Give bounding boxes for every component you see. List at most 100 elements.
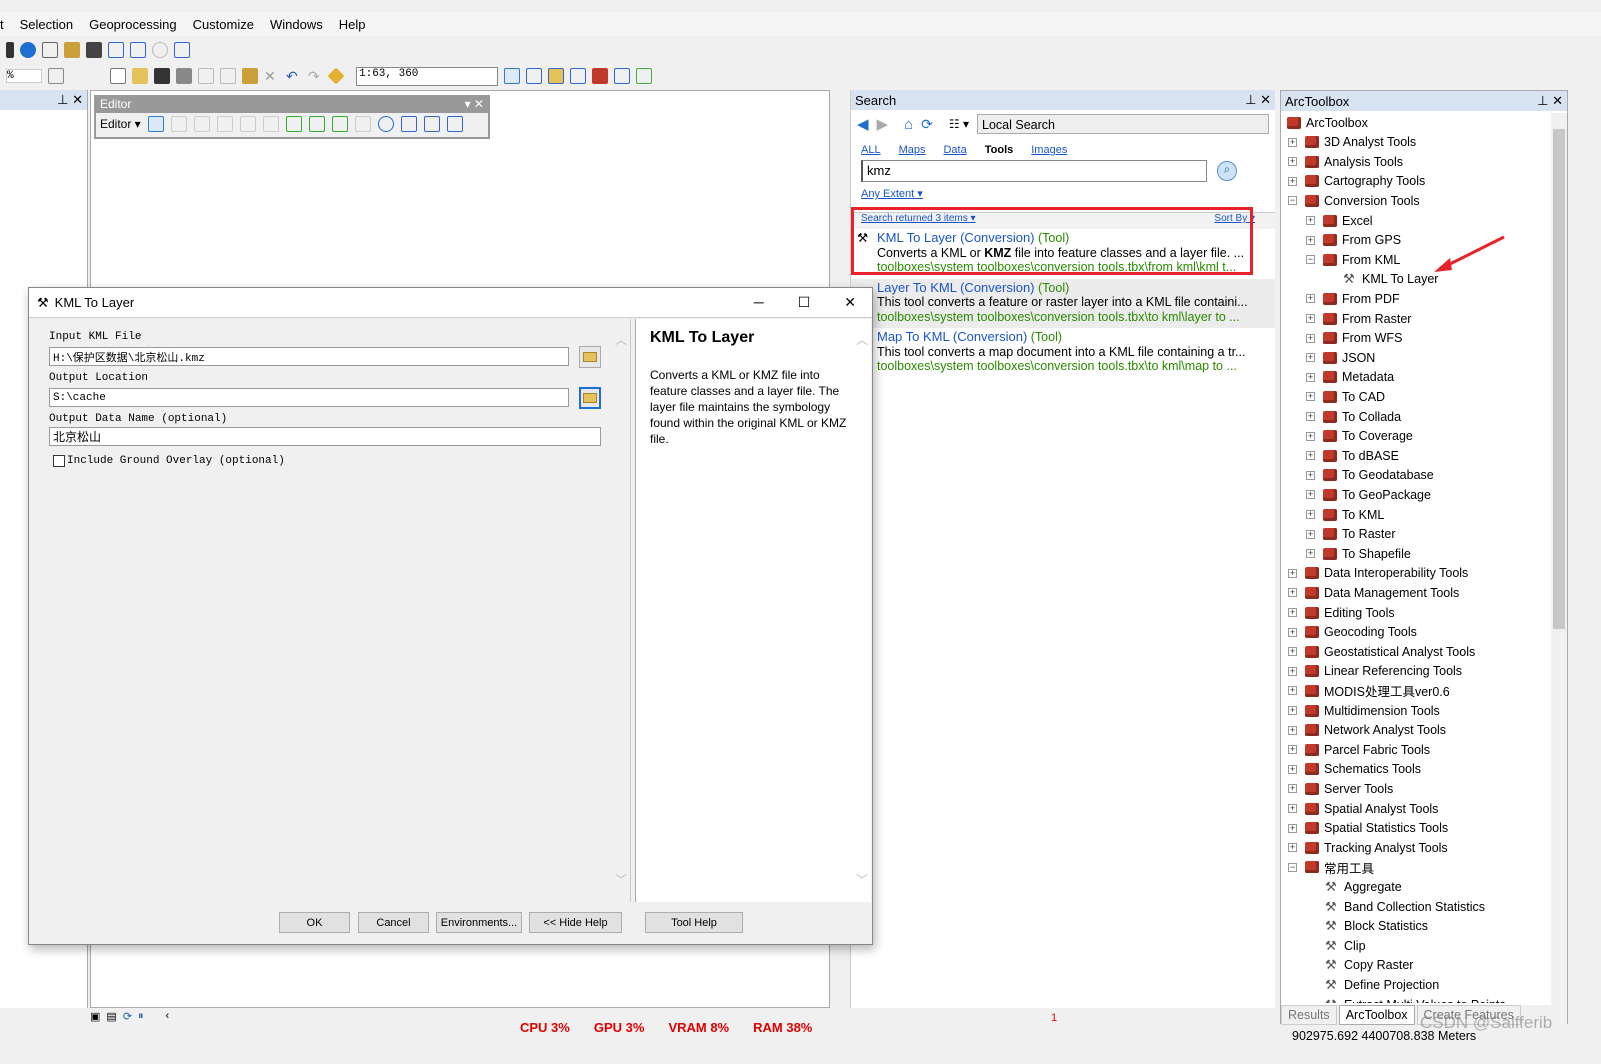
find-route-icon[interactable] [108,42,124,58]
search-input[interactable]: kmz [861,160,1207,182]
expand-icon[interactable]: + [1306,490,1315,500]
tree-scrollbar[interactable] [1551,113,1567,1005]
editor-close-icon[interactable]: ▾ ✕ [465,97,484,113]
html-popup-icon[interactable] [42,42,58,58]
open-icon[interactable] [132,68,148,84]
expand-icon[interactable]: + [1306,216,1315,225]
expand-icon[interactable]: + [1288,764,1297,774]
tree-item[interactable]: ArcToolbox [1287,113,1368,132]
menu-geoprocessing[interactable]: Geoprocessing [89,17,176,32]
arctoolbox-icon[interactable] [592,68,608,84]
expand-icon[interactable]: + [1306,392,1315,402]
tree-item[interactable]: + Parcel Fabric Tools [1288,740,1430,759]
expand-icon[interactable]: + [1288,706,1297,715]
expand-icon[interactable]: + [1288,804,1297,813]
add-data-icon[interactable] [327,67,345,85]
magnifier-window-icon[interactable] [174,42,190,58]
expand-icon[interactable]: + [1288,627,1297,637]
tree-item[interactable]: + Cartography Tools [1288,172,1425,191]
straight-segment-icon[interactable] [193,116,210,132]
search-go-icon[interactable]: ⌕ [1217,161,1237,181]
tree-item[interactable]: + From WFS [1306,329,1402,348]
tab-maps[interactable]: Maps [899,144,926,156]
expand-icon[interactable]: + [1306,333,1315,343]
select-arrow-icon[interactable] [6,42,14,58]
tree-item[interactable]: ⚒ Define Projection [1325,975,1439,994]
tree-item[interactable]: + Data Management Tools [1288,583,1459,602]
tree-item[interactable]: + Spatial Analyst Tools [1288,799,1438,818]
tree-item[interactable]: + Metadata [1306,368,1394,387]
expand-icon[interactable]: + [1288,666,1297,676]
tree-item[interactable]: + To Shapefile [1306,544,1411,563]
tree-item[interactable]: + Linear Referencing Tools [1288,662,1462,681]
end-point-arc-icon[interactable] [216,116,233,132]
edit-vertices-icon[interactable] [285,116,302,132]
minimize-button[interactable]: ─ [754,294,764,311]
tree-item[interactable]: + To Raster [1306,525,1396,544]
maximize-button[interactable]: ☐ [798,294,811,311]
expand-icon[interactable]: + [1288,784,1297,794]
tree-item[interactable]: ⚒ Aggregate [1325,877,1402,896]
print-icon[interactable] [176,68,192,84]
output-location-field[interactable]: S:\cache [49,388,569,407]
result-title[interactable]: Layer To KML (Conversion) [877,280,1035,295]
find-icon[interactable] [86,42,102,58]
expand-icon[interactable]: + [1288,647,1297,657]
sketch-properties-icon[interactable] [423,116,440,132]
tree-item[interactable]: ⚒ KML To Layer [1343,270,1438,289]
pause-icon[interactable]: ⏸ [138,1010,144,1023]
expand-icon[interactable]: + [1288,588,1297,598]
browse-output-icon[interactable] [579,387,601,409]
tree-item[interactable]: + To dBASE [1306,446,1399,465]
extent-filter[interactable]: Any Extent ▾ [861,188,923,200]
tab-results[interactable]: Results [1281,1005,1337,1025]
menu-edit[interactable]: t [0,17,4,32]
expand-icon[interactable]: + [1288,608,1297,617]
tree-item[interactable]: + Tracking Analyst Tools [1288,838,1448,857]
tree-item[interactable]: + To GeoPackage [1306,485,1431,504]
tree-item[interactable]: + To KML [1306,505,1384,524]
tree-item[interactable]: + To Coverage [1306,427,1413,446]
point-icon[interactable] [262,116,279,132]
hide-help-button[interactable]: << Hide Help [529,912,622,933]
create-features-icon[interactable] [446,116,463,132]
editor-toolbar-icon[interactable] [504,68,520,84]
search-scope-select[interactable]: Local Search [977,114,1269,134]
input-kml-field[interactable]: H:\保护区数据\北京松山.kmz [49,347,569,366]
menu-windows[interactable]: Windows [270,17,323,32]
reshape-icon[interactable] [308,116,325,132]
environments-button[interactable]: Environments... [436,912,522,933]
search-options-icon[interactable]: ☷ ▾ [949,117,969,131]
redo-icon[interactable]: ↷ [308,68,324,84]
split-icon[interactable] [354,116,371,132]
tree-item[interactable]: + Data Interoperability Tools [1288,564,1468,583]
collapse-icon[interactable]: − [1306,255,1315,265]
expand-icon[interactable]: + [1288,157,1297,167]
expand-icon[interactable]: + [1288,686,1297,696]
model-builder-icon[interactable] [636,68,652,84]
rotate-icon[interactable] [377,116,394,132]
browse-input-icon[interactable] [579,346,601,368]
scroll-left-icon[interactable]: ‹ [166,1010,170,1022]
copy-icon[interactable] [220,68,236,84]
tab-images[interactable]: Images [1031,144,1067,156]
result-title[interactable]: Map To KML (Conversion) [877,329,1027,344]
tree-item[interactable]: + From GPS [1306,231,1401,250]
scroll-up-icon[interactable]: ︿ [615,331,627,348]
tree-item[interactable]: + Schematics Tools [1288,760,1421,779]
expand-icon[interactable]: + [1306,294,1315,304]
expand-icon[interactable]: + [1306,412,1315,421]
expand-icon[interactable]: + [1306,549,1315,559]
layout-view-icon[interactable]: ▤ [106,1010,116,1023]
tree-item[interactable]: + Spatial Statistics Tools [1288,819,1448,838]
search-window-icon[interactable] [570,68,586,84]
home-icon[interactable]: ⌂ [904,116,913,133]
tree-item[interactable]: + Geocoding Tools [1288,623,1417,642]
search-result[interactable]: Map To KML (Conversion) (Tool) This tool … [851,328,1275,378]
tree-item[interactable]: + MODIS处理工具ver0.6 [1288,681,1450,700]
tree-item[interactable]: +3D Analyst Tools [1288,133,1416,152]
toc-icon[interactable] [526,68,542,84]
time-slider-icon[interactable] [152,42,168,58]
new-document-icon[interactable] [110,68,126,84]
tool-help-button[interactable]: Tool Help [645,912,743,933]
